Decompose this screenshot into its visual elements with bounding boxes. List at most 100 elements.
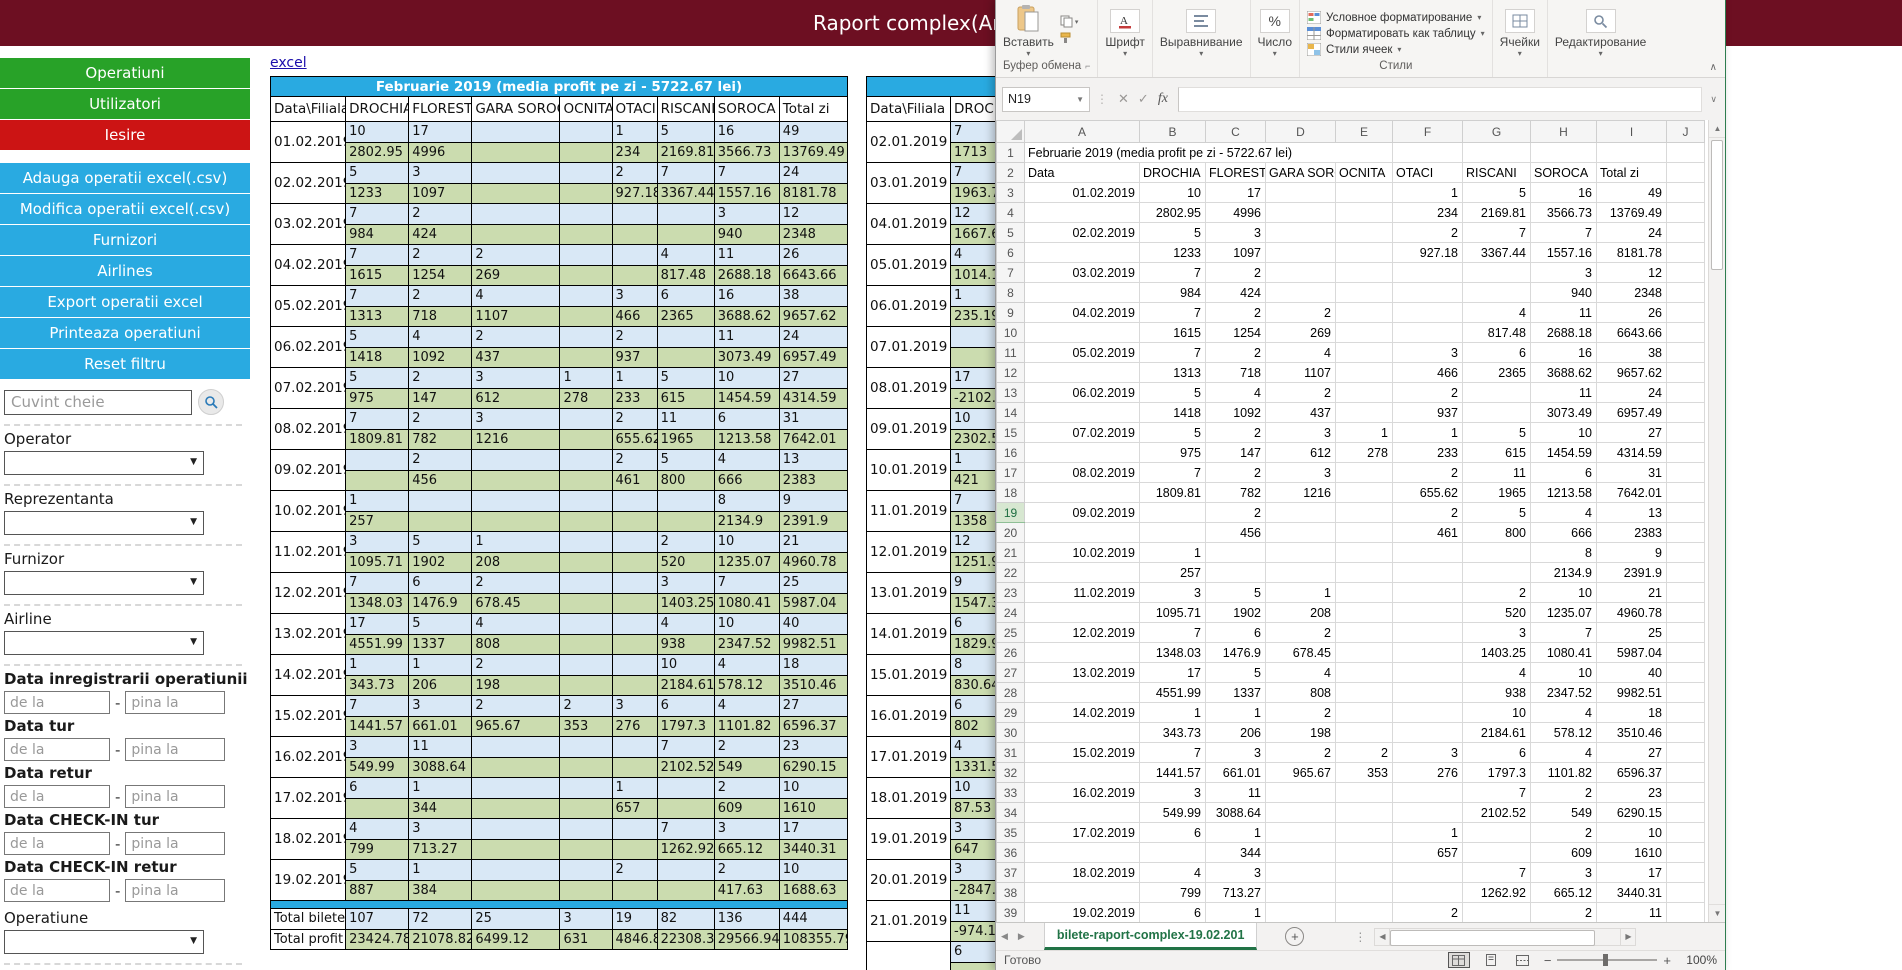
cell[interactable] (1667, 323, 1705, 343)
cell[interactable]: 12.02.2019 (1025, 623, 1140, 643)
cell[interactable] (1393, 603, 1463, 623)
cell[interactable]: 666 (1531, 523, 1597, 543)
cell[interactable] (1667, 363, 1705, 383)
page-layout-view-icon[interactable] (1480, 952, 1502, 968)
cell[interactable]: 07.02.2019 (1025, 423, 1140, 443)
cell[interactable]: 16 (1531, 343, 1597, 363)
column-header-J[interactable]: J (1667, 121, 1705, 143)
cell[interactable]: 1213.58 (1531, 483, 1597, 503)
alignment-button[interactable]: Выравнивание ▾ (1160, 9, 1243, 58)
sidebar-button-operatiuni[interactable]: Operatiuni (0, 58, 250, 88)
zoom-level[interactable]: 100% (1681, 953, 1717, 967)
cell[interactable] (1336, 623, 1393, 643)
cell[interactable] (1667, 163, 1705, 183)
cell[interactable]: 6 (1140, 903, 1206, 923)
search-button[interactable] (198, 389, 224, 415)
cell[interactable]: Februarie 2019 (media profit pe zi - 572… (1025, 143, 1393, 163)
cell[interactable]: 17 (1597, 863, 1667, 883)
operator-select[interactable]: ▼ (4, 451, 204, 475)
row-header-11[interactable]: 11 (997, 343, 1025, 363)
row-header-7[interactable]: 7 (997, 263, 1025, 283)
cell[interactable]: 4 (1531, 743, 1597, 763)
cell[interactable]: 11 (1597, 903, 1667, 923)
cell[interactable]: 1418 (1140, 403, 1206, 423)
cell[interactable]: 1454.59 (1531, 443, 1597, 463)
cell[interactable] (1336, 663, 1393, 683)
cell[interactable] (1266, 883, 1336, 903)
cell[interactable] (1336, 263, 1393, 283)
cell[interactable] (1667, 483, 1705, 503)
cell[interactable] (1025, 643, 1140, 663)
furnizor-select[interactable]: ▼ (4, 571, 204, 595)
cell[interactable]: 2 (1206, 303, 1266, 323)
cell[interactable]: 3566.73 (1531, 203, 1597, 223)
cell[interactable]: 578.12 (1531, 723, 1597, 743)
cell[interactable]: 343.73 (1140, 723, 1206, 743)
cell[interactable]: 1313 (1140, 363, 1206, 383)
cell[interactable] (1336, 243, 1393, 263)
number-button[interactable]: % Число ▾ (1258, 9, 1293, 58)
scrollbar-thumb[interactable] (1390, 930, 1595, 946)
cell[interactable]: 3088.64 (1206, 803, 1266, 823)
cell[interactable]: 208 (1266, 603, 1336, 623)
cell[interactable]: 10 (1531, 663, 1597, 683)
cell[interactable]: 1235.07 (1531, 603, 1597, 623)
cell[interactable]: 1 (1206, 823, 1266, 843)
cell[interactable] (1463, 843, 1531, 863)
cell[interactable] (1025, 883, 1140, 903)
cell[interactable] (1667, 383, 1705, 403)
airline-select[interactable]: ▼ (4, 631, 204, 655)
cell[interactable]: 1797.3 (1463, 763, 1531, 783)
cell[interactable]: 7 (1140, 303, 1206, 323)
cell[interactable] (1025, 723, 1140, 743)
cell[interactable]: 6957.49 (1597, 403, 1667, 423)
normal-view-icon[interactable] (1448, 952, 1470, 968)
cell[interactable]: 4996 (1206, 203, 1266, 223)
cell[interactable]: 4 (1206, 383, 1266, 403)
row-header-18[interactable]: 18 (997, 483, 1025, 503)
cell[interactable]: 2 (1266, 703, 1336, 723)
cell[interactable]: 3 (1266, 423, 1336, 443)
cell[interactable] (1463, 143, 1531, 163)
cell[interactable]: 437 (1266, 403, 1336, 423)
font-button[interactable]: A Шрифт ▾ (1105, 9, 1144, 58)
cell[interactable] (1393, 583, 1463, 603)
cell[interactable]: 1337 (1206, 683, 1266, 703)
insert-function-icon[interactable]: fx (1158, 91, 1168, 107)
cell[interactable]: 1097 (1206, 243, 1266, 263)
cell[interactable]: SOROCA (1531, 163, 1597, 183)
cell[interactable]: 7 (1531, 623, 1597, 643)
data-checkin-tur-from[interactable] (4, 832, 110, 855)
select-all-corner[interactable] (997, 121, 1025, 143)
cell[interactable]: 7 (1140, 743, 1206, 763)
cell[interactable]: 11 (1463, 463, 1531, 483)
cell[interactable] (1393, 143, 1463, 163)
cell[interactable] (1266, 523, 1336, 543)
cell[interactable]: 18.02.2019 (1025, 863, 1140, 883)
cell[interactable]: GARA SOROCA (1266, 163, 1336, 183)
name-box[interactable]: N19▼ (1002, 87, 1090, 112)
cell[interactable] (1266, 263, 1336, 283)
row-header-34[interactable]: 34 (997, 803, 1025, 823)
cell[interactable]: 147 (1206, 443, 1266, 463)
cell[interactable]: 2 (1531, 823, 1597, 843)
cell[interactable]: 1216 (1266, 483, 1336, 503)
cell[interactable] (1336, 323, 1393, 343)
cell[interactable] (1266, 863, 1336, 883)
cell[interactable]: 1441.57 (1140, 763, 1206, 783)
cell[interactable] (1393, 783, 1463, 803)
cell[interactable] (1266, 283, 1336, 303)
cell[interactable]: 1 (1140, 703, 1206, 723)
cell[interactable]: 233 (1393, 443, 1463, 463)
cell[interactable] (1266, 223, 1336, 243)
cell[interactable]: 40 (1597, 663, 1667, 683)
cell[interactable] (1266, 243, 1336, 263)
cell[interactable]: 1233 (1140, 243, 1206, 263)
cell[interactable]: 9 (1597, 543, 1667, 563)
cell[interactable]: 2 (1393, 503, 1463, 523)
reprezentanta-select[interactable]: ▼ (4, 511, 204, 535)
cell[interactable]: 2 (1206, 423, 1266, 443)
sidebar-button-iesire[interactable]: Iesire (0, 120, 250, 150)
cell[interactable]: 9982.51 (1597, 683, 1667, 703)
cell[interactable] (1667, 743, 1705, 763)
